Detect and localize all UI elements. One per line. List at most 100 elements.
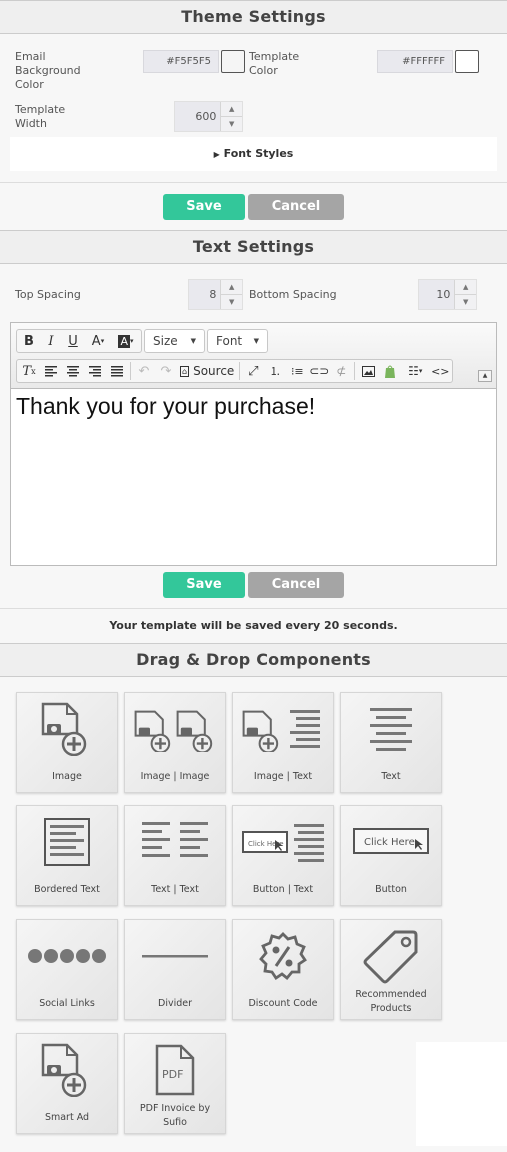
- decrement-icon[interactable]: ▼: [221, 295, 242, 309]
- redo-icon[interactable]: ↷: [155, 360, 177, 382]
- caret-right-icon: ▶: [213, 150, 220, 159]
- template-tags-icon[interactable]: ☷ ▾: [401, 360, 429, 382]
- text-save-button[interactable]: Save: [163, 572, 245, 598]
- component-smart-ad[interactable]: Smart Ad: [16, 1033, 118, 1134]
- text-cancel-button[interactable]: Cancel: [248, 572, 344, 598]
- component-pdf-invoice[interactable]: PDF PDF Invoice by Sufio: [124, 1033, 226, 1134]
- pdf-file-icon: PDF: [155, 1044, 195, 1096]
- text-text-icon: [142, 822, 208, 857]
- font-size-label: Size: [153, 334, 178, 348]
- chevron-down-icon: ▼: [253, 337, 259, 345]
- divider-icon: [142, 955, 208, 958]
- tag-icon: [363, 930, 418, 984]
- theme-settings-header: Theme Settings: [0, 0, 507, 34]
- email-background-color-swatch[interactable]: [221, 50, 245, 73]
- component-label: Image | Text: [253, 771, 313, 782]
- component-button[interactable]: Click Here Button: [340, 805, 442, 906]
- font-size-select[interactable]: Size ▼: [144, 329, 205, 353]
- email-background-color-picker[interactable]: #F5F5F5: [143, 50, 245, 73]
- component-discount-code[interactable]: Discount Code: [232, 919, 334, 1020]
- numbered-list-icon[interactable]: ⒈: [264, 360, 286, 382]
- underline-icon[interactable]: U: [62, 330, 84, 352]
- bottom-spacing-label: Bottom Spacing: [249, 288, 337, 301]
- bold-icon[interactable]: B: [18, 330, 40, 352]
- bottom-spacing-value[interactable]: 10: [419, 280, 454, 309]
- component-label: Text: [381, 771, 401, 782]
- component-label: Social Links: [39, 998, 95, 1009]
- increment-icon[interactable]: ▲: [221, 280, 242, 295]
- bulleted-list-icon[interactable]: ⁝≡: [286, 360, 308, 382]
- increment-icon[interactable]: ▲: [455, 280, 476, 295]
- component-text[interactable]: Text: [340, 692, 442, 793]
- top-spacing-value[interactable]: 8: [189, 280, 220, 309]
- autosave-note: Your template will be saved every 20 sec…: [109, 619, 398, 632]
- shopify-icon[interactable]: [379, 360, 401, 382]
- chevron-down-icon: ▼: [190, 337, 196, 345]
- component-image[interactable]: Image: [16, 692, 118, 793]
- editor-toolbar: B I U A ▾ A ▾ Size ▼ Font ▼ Tx ↶ ↷ ⌂ Source: [11, 323, 496, 389]
- top-spacing-stepper[interactable]: 8 ▲ ▼: [188, 279, 243, 310]
- remove-format-icon[interactable]: Tx: [18, 360, 40, 382]
- component-image-image[interactable]: Image | Image: [124, 692, 226, 793]
- component-label: Recommended Products: [355, 989, 427, 1014]
- component-label: Button | Text: [252, 884, 314, 895]
- code-icon[interactable]: <>: [429, 360, 451, 382]
- template-width-value[interactable]: 600: [175, 102, 220, 131]
- align-center-icon[interactable]: [62, 360, 84, 382]
- component-label: Smart Ad: [44, 1112, 90, 1123]
- bottom-spacing-stepper[interactable]: 10 ▲ ▼: [418, 279, 477, 310]
- component-image-text[interactable]: Image | Text: [232, 692, 334, 793]
- button-icon-text: Click Here: [364, 837, 415, 848]
- justify-icon[interactable]: [106, 360, 128, 382]
- undo-icon[interactable]: ↶: [133, 360, 155, 382]
- source-label: Source: [193, 364, 235, 378]
- component-text-text[interactable]: Text | Text: [124, 805, 226, 906]
- font-family-select[interactable]: Font ▼: [207, 329, 268, 353]
- component-label: PDF Invoice by Sufio: [139, 1103, 211, 1128]
- text-lines-icon: [370, 708, 412, 751]
- italic-icon[interactable]: I: [40, 330, 62, 352]
- editor-content[interactable]: Thank you for your purchase!: [11, 389, 496, 424]
- theme-save-button[interactable]: Save: [163, 194, 245, 220]
- text-color-icon[interactable]: A ▾: [84, 330, 112, 352]
- bordered-text-icon: [44, 818, 90, 866]
- button-text-icon: Click Here: [242, 824, 324, 862]
- decrement-icon[interactable]: ▼: [221, 117, 242, 131]
- maximize-icon[interactable]: ⤢: [242, 360, 264, 382]
- theme-cancel-button[interactable]: Cancel: [248, 194, 344, 220]
- source-icon[interactable]: ⌂ Source: [177, 360, 237, 382]
- component-recommended-products[interactable]: Recommended Products: [340, 919, 442, 1020]
- font-styles-toggle[interactable]: ▶ Font Styles: [10, 137, 497, 171]
- email-background-color-value[interactable]: #F5F5F5: [143, 50, 219, 73]
- components-header: Drag & Drop Components: [0, 643, 507, 677]
- social-dots-icon: [28, 949, 106, 963]
- component-bordered-text[interactable]: Bordered Text: [16, 805, 118, 906]
- percent-badge-icon: [259, 932, 307, 980]
- rich-text-editor: B I U A ▾ A ▾ Size ▼ Font ▼ Tx ↶ ↷ ⌂ Source: [10, 322, 497, 566]
- template-color-swatch[interactable]: [455, 50, 479, 73]
- image-text-icon: [242, 710, 320, 752]
- image-icon[interactable]: [357, 360, 379, 382]
- font-styles-label: Font Styles: [223, 147, 294, 160]
- collapse-toolbar-icon[interactable]: ▲: [478, 370, 492, 382]
- decrement-icon[interactable]: ▼: [455, 295, 476, 309]
- bottom-blank-area: [416, 1042, 507, 1146]
- link-icon[interactable]: ⊂⊃: [308, 360, 330, 382]
- template-width-stepper[interactable]: 600 ▲ ▼: [174, 101, 243, 132]
- image-add-icon: [41, 702, 87, 756]
- component-button-text[interactable]: Click Here Button | Text: [232, 805, 334, 906]
- template-color-value[interactable]: #FFFFFF: [377, 50, 453, 73]
- component-label: Button: [375, 884, 407, 895]
- align-left-icon[interactable]: [40, 360, 62, 382]
- background-color-icon[interactable]: A ▾: [112, 330, 140, 352]
- font-family-label: Font: [216, 334, 243, 348]
- template-color-picker[interactable]: #FFFFFF: [377, 50, 479, 73]
- component-label: Divider: [158, 998, 192, 1009]
- align-right-icon[interactable]: [84, 360, 106, 382]
- component-divider[interactable]: Divider: [124, 919, 226, 1020]
- template-width-label: Template Width: [15, 103, 66, 130]
- increment-icon[interactable]: ▲: [221, 102, 242, 117]
- unlink-icon[interactable]: ⊄: [330, 360, 352, 382]
- divider: [0, 182, 507, 183]
- component-social-links[interactable]: Social Links: [16, 919, 118, 1020]
